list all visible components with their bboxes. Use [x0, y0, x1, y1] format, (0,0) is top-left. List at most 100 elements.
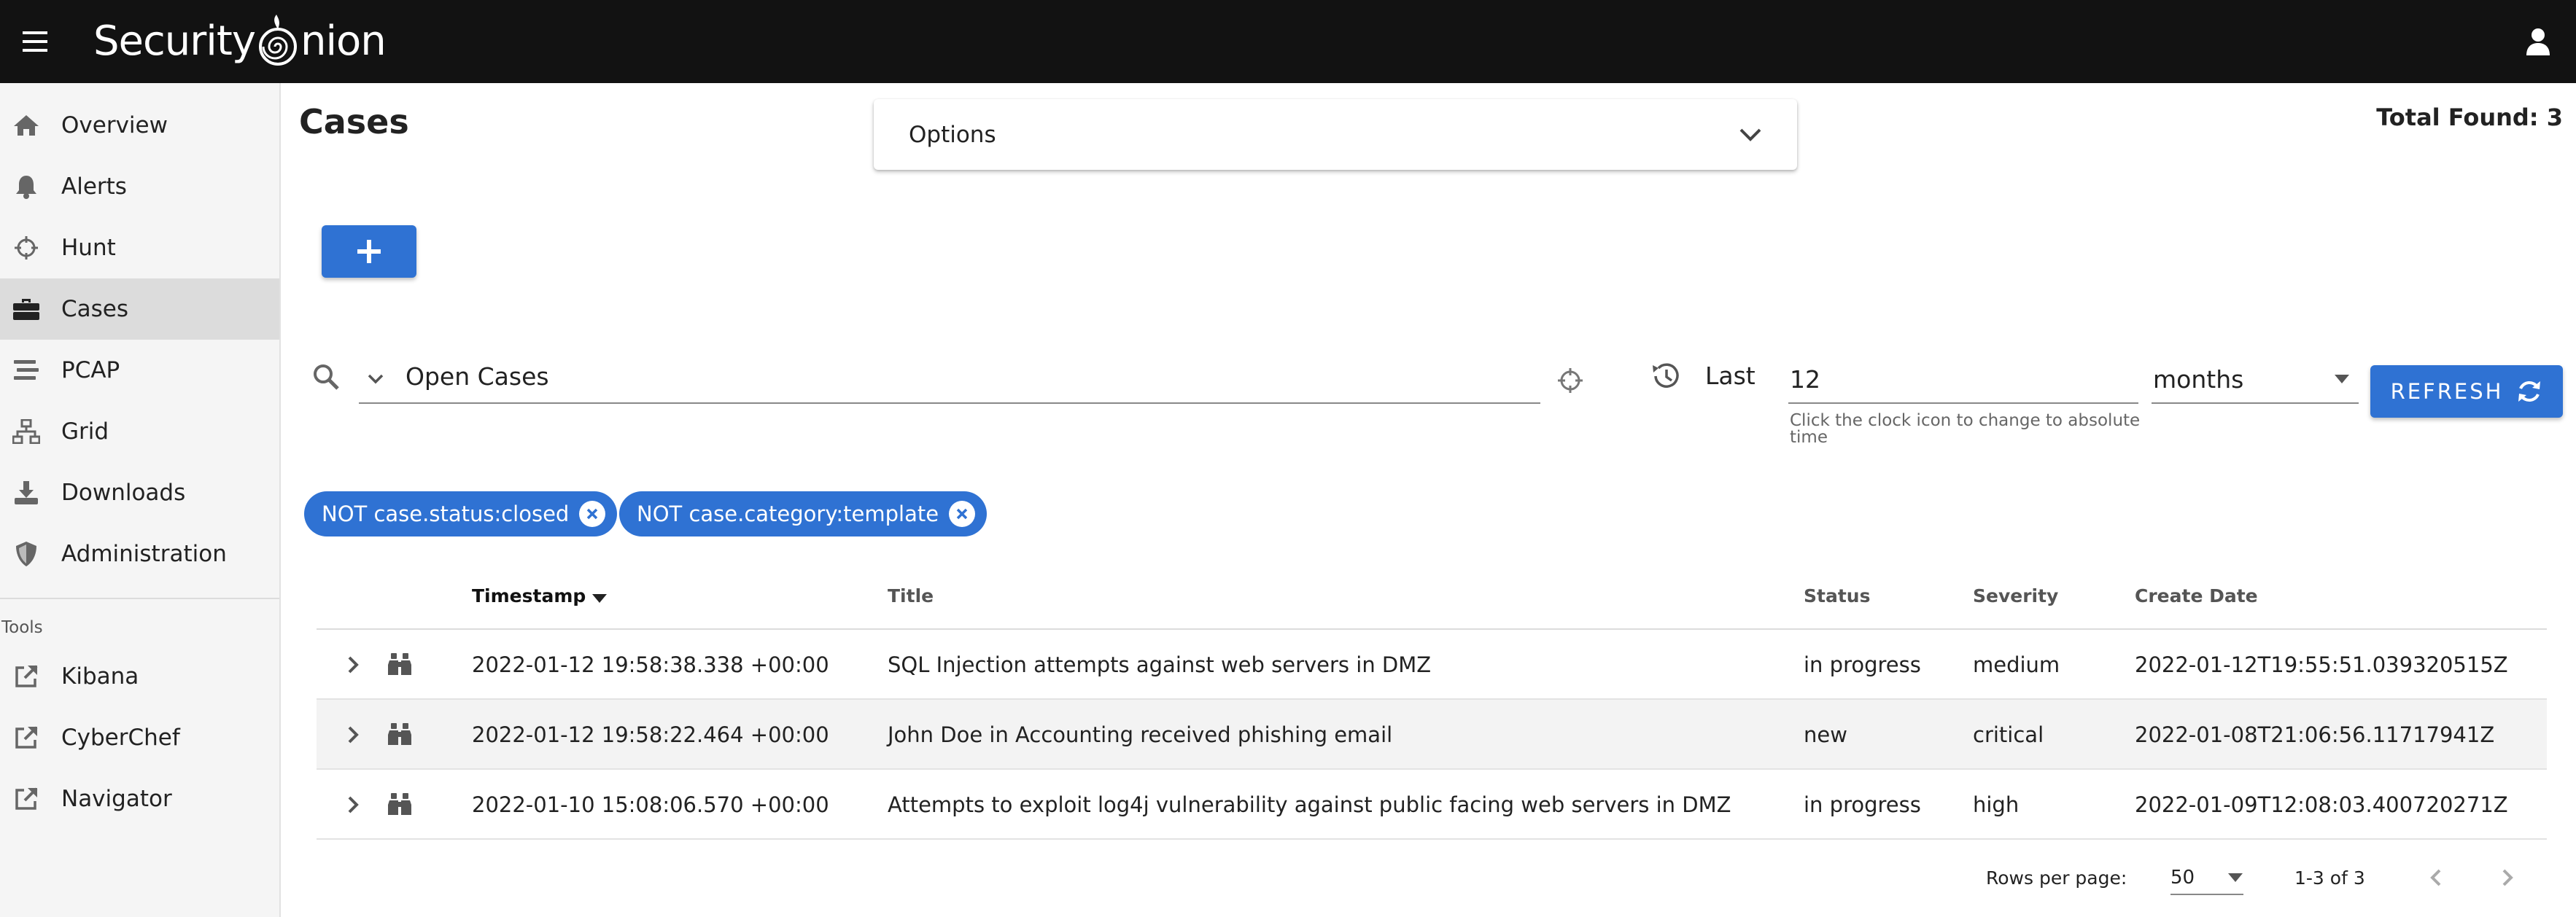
- sidebar-item-pcap[interactable]: PCAP: [0, 340, 279, 401]
- chevron-right-icon[interactable]: [343, 652, 363, 678]
- home-icon: [10, 109, 42, 141]
- menu-icon[interactable]: [13, 20, 57, 63]
- close-circle-icon[interactable]: [949, 501, 976, 527]
- cell-timestamp: 2022-01-10 15:08:06.570 +00:00: [472, 792, 829, 817]
- options-expansion-panel[interactable]: Options: [874, 99, 1797, 170]
- options-label: Options: [909, 121, 996, 148]
- plus-icon: [357, 240, 381, 263]
- sort-descending-icon: [592, 594, 608, 603]
- sidebar-item-label: Overview: [61, 112, 168, 138]
- cell-severity: high: [1973, 792, 2020, 817]
- table-row[interactable]: 2022-01-12 19:58:38.338 +00:00 SQL Injec…: [317, 630, 2547, 700]
- time-unit-value: months: [2153, 364, 2244, 394]
- time-unit-select[interactable]: months: [2152, 356, 2359, 404]
- onion-logo-icon: [258, 15, 297, 66]
- external-link-icon: [10, 722, 42, 754]
- external-link-icon: [10, 783, 42, 815]
- column-header-create-date[interactable]: Create Date: [2135, 561, 2258, 630]
- binoculars-icon[interactable]: [387, 722, 413, 746]
- table-row[interactable]: 2022-01-10 15:08:06.570 +00:00 Attempts …: [317, 770, 2547, 840]
- table-header: Timestamp Title Status Severity Create D…: [317, 561, 2547, 630]
- sidebar-item-label: Administration: [61, 541, 227, 567]
- history-clock-icon[interactable]: [1650, 362, 1680, 391]
- briefcase-icon: [10, 293, 42, 325]
- chevron-right-icon[interactable]: [343, 722, 363, 748]
- chevron-down-icon: [1739, 128, 1761, 141]
- crosshairs-icon: [10, 232, 42, 264]
- add-case-button[interactable]: [322, 225, 416, 278]
- sidebar-item-navigator[interactable]: Navigator: [0, 768, 279, 830]
- cell-status: in progress: [1804, 652, 1921, 677]
- cases-table: Timestamp Title Status Severity Create D…: [317, 561, 2547, 840]
- sidebar-item-downloads[interactable]: Downloads: [0, 462, 279, 523]
- cell-status: new: [1804, 722, 1847, 747]
- sidebar-item-kibana[interactable]: Kibana: [0, 646, 279, 707]
- chevron-right-icon[interactable]: [343, 792, 363, 818]
- bell-icon: [10, 171, 42, 203]
- user-account-icon[interactable]: [2515, 18, 2561, 65]
- logo-text-left: Security: [93, 17, 256, 65]
- refresh-button[interactable]: REFRESH: [2370, 365, 2563, 418]
- column-header-severity[interactable]: Severity: [1973, 561, 2058, 630]
- sidebar-item-administration[interactable]: Administration: [0, 523, 279, 585]
- chevron-down-icon[interactable]: [365, 368, 387, 390]
- sitemap-icon: [10, 415, 42, 448]
- sidebar-item-label: Alerts: [61, 173, 127, 200]
- download-icon: [10, 477, 42, 509]
- sidebar-item-label: PCAP: [61, 357, 120, 383]
- filter-chip-label: NOT case.category:template: [637, 502, 939, 526]
- rows-per-page-select[interactable]: 50: [2170, 862, 2243, 895]
- sidebar-item-label: Grid: [61, 418, 109, 445]
- total-found: Total Found: 3: [2376, 104, 2563, 131]
- binoculars-icon[interactable]: [387, 652, 413, 676]
- refresh-label: REFRESH: [2390, 379, 2504, 404]
- logo-text-right: nion: [300, 17, 387, 65]
- column-header-label: Timestamp: [472, 585, 586, 606]
- sidebar-item-hunt[interactable]: Hunt: [0, 217, 279, 278]
- cell-severity: critical: [1973, 722, 2044, 747]
- column-header-title[interactable]: Title: [888, 561, 934, 630]
- sidebar-item-label: Downloads: [61, 480, 186, 506]
- rows-per-page-label: Rows per page:: [1986, 867, 2127, 889]
- cell-create-date: 2022-01-09T12:08:03.400720271Z: [2135, 792, 2508, 817]
- column-header-status[interactable]: Status: [1804, 561, 1870, 630]
- sidebar-divider: [0, 598, 279, 599]
- binoculars-icon[interactable]: [387, 792, 413, 816]
- page-title: Cases: [299, 102, 409, 141]
- pagination-range: 1-3 of 3: [2294, 867, 2365, 889]
- chevron-left-icon[interactable]: [2426, 865, 2446, 891]
- time-hint: Click the clock icon to change to absolu…: [1790, 411, 2141, 447]
- crosshairs-icon[interactable]: [1557, 367, 1583, 394]
- cell-timestamp: 2022-01-12 19:58:38.338 +00:00: [472, 652, 829, 677]
- sidebar-item-alerts[interactable]: Alerts: [0, 156, 279, 217]
- cell-title: John Doe in Accounting received phishing…: [888, 722, 1393, 747]
- close-circle-icon[interactable]: [579, 501, 606, 527]
- sidebar-item-cases[interactable]: Cases: [0, 278, 279, 340]
- table-row[interactable]: 2022-01-12 19:58:22.464 +00:00 John Doe …: [317, 700, 2547, 770]
- sidebar-item-cyberchef[interactable]: CyberChef: [0, 707, 279, 768]
- caret-down-icon: [2335, 375, 2349, 383]
- cell-title: Attempts to exploit log4j vulnerability …: [888, 792, 1731, 817]
- cell-status: in progress: [1804, 792, 1921, 817]
- sidebar-item-label: CyberChef: [61, 725, 180, 751]
- sidebar: Overview Alerts Hunt Cases PCAP Grid Dow…: [0, 83, 281, 917]
- last-label: Last: [1705, 362, 1756, 390]
- sidebar-item-grid[interactable]: Grid: [0, 401, 279, 462]
- tools-section-title: Tools: [1, 618, 43, 637]
- sidebar-item-overview[interactable]: Overview: [0, 95, 279, 156]
- column-header-timestamp[interactable]: Timestamp: [472, 561, 608, 630]
- filter-chip[interactable]: NOT case.status:closed: [304, 491, 618, 536]
- chevron-right-icon[interactable]: [2497, 865, 2518, 891]
- sidebar-item-label: Cases: [61, 296, 129, 322]
- shield-icon: [10, 538, 42, 570]
- cell-timestamp: 2022-01-12 19:58:22.464 +00:00: [472, 722, 829, 747]
- security-onion-logo[interactable]: Security nion: [93, 6, 387, 76]
- rows-per-page-value: 50: [2170, 867, 2195, 889]
- relative-time-input[interactable]: 12: [1788, 356, 2138, 404]
- query-input[interactable]: Open Cases: [359, 350, 1540, 404]
- sidebar-item-label: Navigator: [61, 786, 172, 812]
- search-icon[interactable]: [312, 363, 340, 391]
- cell-title: SQL Injection attempts against web serve…: [888, 652, 1432, 677]
- filter-chip[interactable]: NOT case.category:template: [619, 491, 988, 536]
- filter-chip-label: NOT case.status:closed: [322, 502, 570, 526]
